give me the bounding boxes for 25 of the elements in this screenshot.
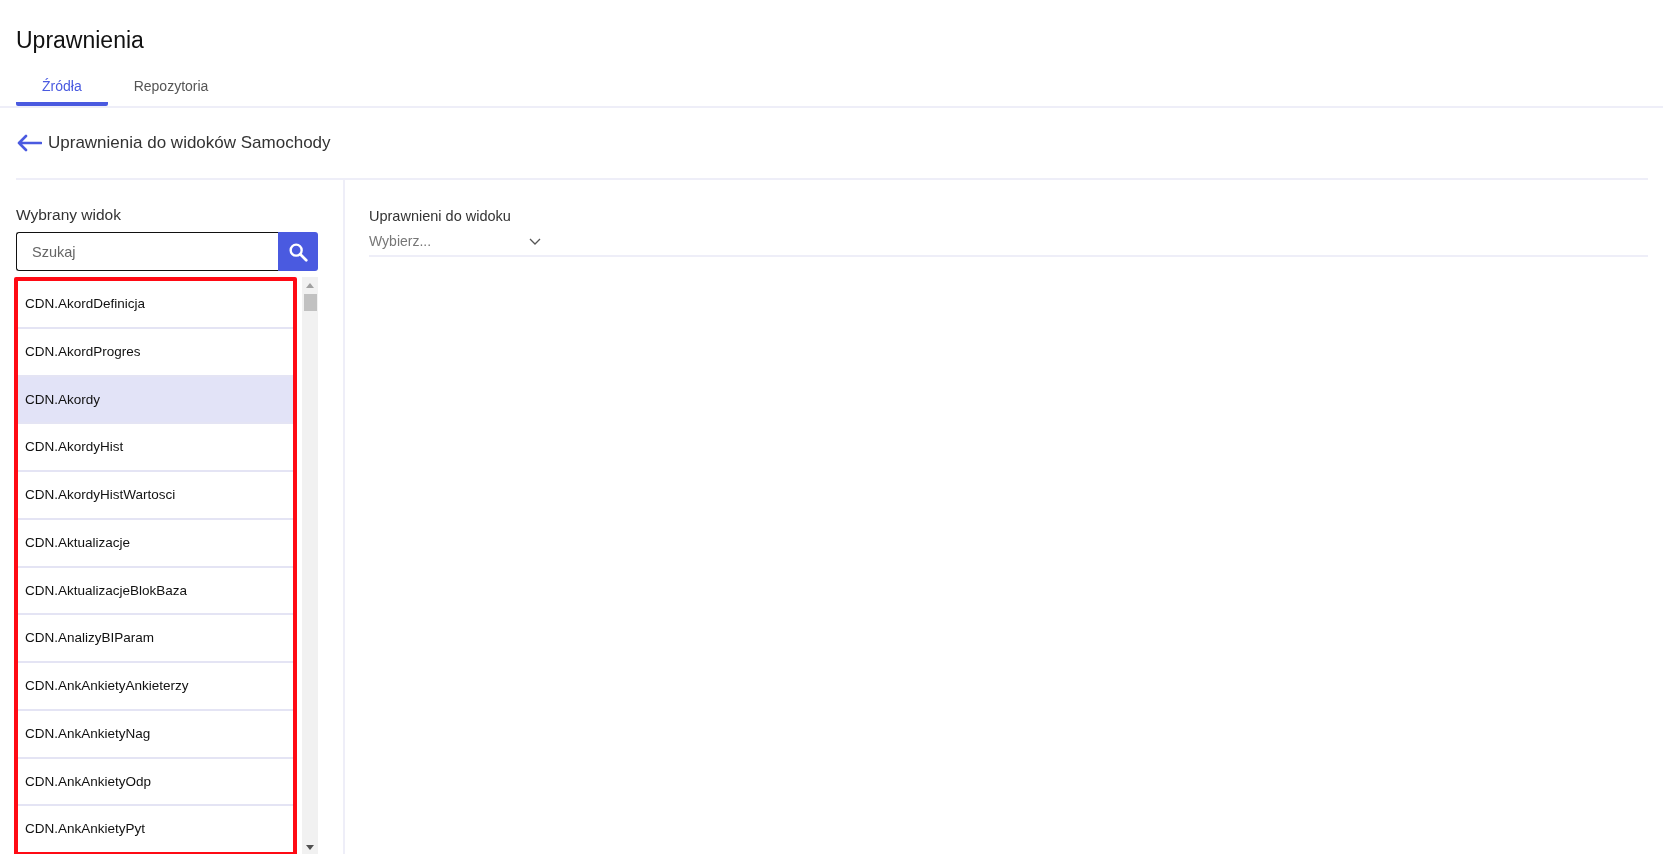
search-field[interactable]: Szukaj xyxy=(16,232,278,271)
tab[interactable]: Źródła xyxy=(16,72,108,106)
list-item[interactable]: CDN.AkordyHistWartosci xyxy=(18,472,294,520)
list-item[interactable]: CDN.AnkAnkietyNag xyxy=(18,710,294,759)
list-item[interactable]: CDN.AnkAnkietyAnkieterzy xyxy=(18,663,294,711)
chevron-down-icon xyxy=(529,237,541,245)
page-title: Uprawnienia xyxy=(15,26,145,55)
scrollbar[interactable] xyxy=(302,277,318,854)
back-arrow-icon[interactable] xyxy=(16,134,42,152)
dropdown[interactable]: Wybierz... xyxy=(369,233,541,249)
search-button[interactable] xyxy=(278,232,318,271)
list-item[interactable]: CDN.AnkAnkietyOdp xyxy=(18,758,294,807)
list-item[interactable]: CDN.Akordy xyxy=(18,376,294,425)
tab[interactable]: Repozytoria xyxy=(107,72,235,106)
list-item[interactable]: CDN.AnalizyBIParam xyxy=(18,615,294,663)
panel-label: Uprawnieni do widoku xyxy=(369,208,512,224)
list-item[interactable]: CDN.Aktualizacje xyxy=(18,519,294,568)
scroll-down-icon[interactable] xyxy=(306,845,315,850)
panel-label: Wybrany widok xyxy=(16,206,122,224)
section-title: Uprawnienia do widoków Samochody xyxy=(48,133,331,153)
list-item[interactable]: CDN.AnkAnkietyPyt xyxy=(18,806,294,852)
list-item[interactable]: CDN.AkordDefinicja xyxy=(18,281,294,329)
scroll-thumb[interactable] xyxy=(303,294,317,311)
list-item[interactable]: CDN.AktualizacjeBlokBaza xyxy=(18,567,294,616)
list-item[interactable]: CDN.AkordyHist xyxy=(18,424,294,472)
